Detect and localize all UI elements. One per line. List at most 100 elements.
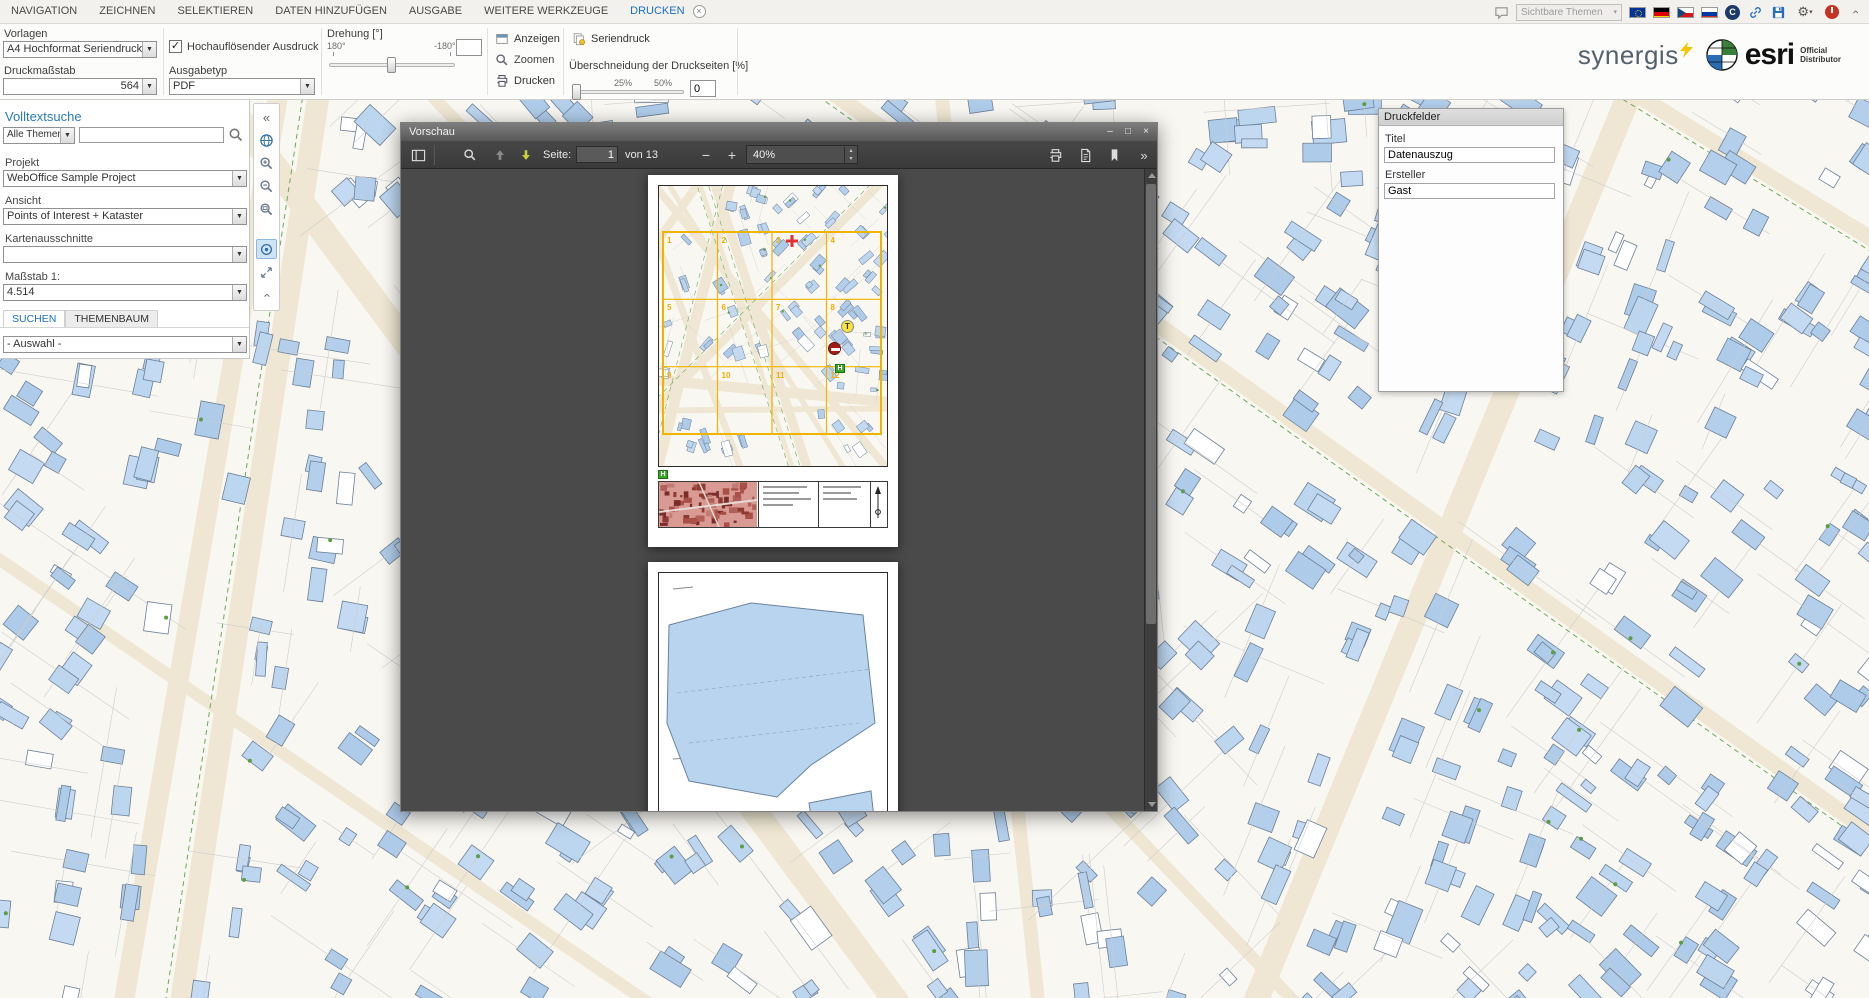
close-icon[interactable]: × — [1138, 125, 1154, 139]
flag-eu-icon[interactable] — [1629, 7, 1646, 18]
dropdown-arrow-icon[interactable]: ▼ — [232, 285, 246, 300]
preview-page-1: 123456789101112 T H H — [648, 175, 898, 547]
flag-ru-icon[interactable] — [1701, 7, 1718, 18]
menu-tab-weitere-werkzeuge[interactable]: WEITERE WERKZEUGE — [473, 0, 619, 23]
preview-scrollbar[interactable] — [1144, 169, 1157, 811]
ansicht-value: Points of Interest + Kataster — [4, 209, 232, 224]
page-label: Seite: — [543, 149, 571, 161]
hires-label: Hochauflösender Ausdruck — [187, 41, 318, 53]
tab-close-icon[interactable]: × — [693, 5, 706, 18]
full-extent-icon[interactable] — [256, 239, 277, 259]
ersteller-input[interactable] — [1384, 183, 1555, 199]
preview-page-2 — [648, 562, 898, 811]
dropdown-arrow-icon[interactable]: ▼ — [300, 79, 314, 94]
zoom-out-icon[interactable] — [256, 176, 277, 196]
ausgabetyp-select[interactable]: PDF ▼ — [169, 78, 315, 95]
zoom-in-page-icon[interactable]: + — [723, 146, 741, 164]
circle-c-icon[interactable]: C — [1725, 5, 1740, 20]
menu-tab-ausgabe[interactable]: AUSGABE — [398, 0, 473, 23]
scroll-down-icon[interactable] — [1148, 802, 1156, 807]
dropdown-arrow-icon[interactable]: ▼ — [232, 209, 246, 224]
projekt-select[interactable]: WebOffice Sample Project ▼ — [3, 170, 247, 187]
collapse-ribbon-icon[interactable]: › — [1847, 4, 1863, 20]
dialog-title: Vorschau — [409, 126, 455, 138]
kartenausschnitte-select[interactable]: ▼ — [3, 246, 247, 263]
auswahl-select[interactable]: - Auswahl - ▼ — [3, 336, 247, 353]
slider-handle[interactable] — [572, 84, 581, 100]
zoom-box-icon[interactable] — [256, 199, 277, 219]
zoom-spinner-icon[interactable]: ▴▾ — [844, 147, 857, 163]
flag-de-icon[interactable] — [1653, 7, 1670, 18]
seriendruck-button[interactable]: Seriendruck — [572, 32, 650, 46]
page-number-input[interactable] — [576, 146, 618, 163]
dropdown-arrow-icon[interactable]: ▼ — [60, 128, 74, 143]
dropdown-arrow-icon[interactable]: ▼ — [232, 337, 246, 352]
toolbar-separator — [434, 145, 435, 165]
scroll-up-icon[interactable] — [1148, 173, 1156, 178]
titel-input[interactable] — [1384, 147, 1555, 163]
search-input[interactable] — [79, 127, 224, 143]
menu-tab-navigation[interactable]: NAVIGATION — [0, 0, 88, 23]
expand-icon[interactable] — [256, 262, 277, 282]
cross-marker-icon — [786, 235, 798, 247]
ausgabetyp-value: PDF — [170, 79, 300, 94]
rotation-slider[interactable] — [329, 57, 455, 73]
menu-tab-daten-hinzuf-gen[interactable]: DATEN HINZUFÜGEN — [264, 0, 398, 23]
tab-themenbaum[interactable]: THEMENBAUM — [65, 310, 158, 327]
rotation-value-input[interactable] — [456, 39, 482, 56]
chevron-up-icon[interactable]: › — [256, 285, 277, 305]
dropdown-arrow-icon[interactable]: ▼ — [142, 42, 156, 57]
logout-icon[interactable] — [1824, 4, 1840, 20]
druckmassstab-label: Druckmaßstab — [4, 65, 76, 77]
minimize-icon[interactable]: – — [1102, 125, 1118, 139]
fulltext-search-link[interactable]: Volltextsuche — [5, 109, 82, 124]
dropdown-arrow-icon[interactable]: ▼ — [232, 247, 246, 262]
next-page-icon[interactable] — [517, 146, 535, 164]
dropdown-arrow-icon[interactable]: ▼ — [232, 171, 246, 186]
settings-gear-icon[interactable]: ⚙ ▾ — [1793, 4, 1817, 20]
drucken-button[interactable]: Drucken — [495, 74, 555, 88]
anzeigen-button[interactable]: Anzeigen — [495, 32, 560, 46]
search-icon[interactable] — [228, 127, 244, 143]
slider-track — [572, 90, 684, 94]
save-icon[interactable] — [1770, 4, 1786, 20]
previous-page-icon[interactable] — [491, 146, 509, 164]
print-icon[interactable] — [1046, 146, 1064, 164]
bookmark-icon[interactable] — [1105, 146, 1123, 164]
menu-tab-zeichnen[interactable]: ZEICHNEN — [88, 0, 166, 23]
visible-themes-select[interactable]: Sichtbare Themen ▾ — [1516, 4, 1622, 21]
overlap-value-input[interactable] — [690, 80, 716, 97]
dropdown-arrow-icon[interactable]: ▼ — [142, 79, 156, 94]
page1-legend-table — [658, 481, 888, 528]
flag-cz-icon[interactable] — [1677, 7, 1694, 18]
tab-suchen[interactable]: SUCHEN — [3, 310, 65, 327]
menu-tab-selektieren[interactable]: SELEKTIEREN — [166, 0, 264, 23]
slider-handle[interactable] — [387, 57, 396, 73]
druckmassstab-value: 564 — [4, 79, 142, 94]
overlap-slider[interactable] — [572, 84, 684, 100]
hires-checkbox[interactable]: ✓ — [169, 40, 182, 53]
massstab-value: 4.514 — [4, 285, 232, 300]
zoom-in-icon[interactable] — [256, 153, 277, 173]
vorlagen-select[interactable]: A4 Hochformat Seriendruck ▼ — [3, 41, 157, 58]
druckmassstab-combo[interactable]: 564 ▼ — [3, 78, 157, 95]
scroll-thumb[interactable] — [1146, 184, 1156, 624]
collapse-sidebar-icon[interactable]: « — [256, 107, 277, 127]
massstab-select[interactable]: 4.514 ▼ — [3, 284, 247, 301]
zoomen-button[interactable]: Zoomen — [495, 53, 554, 67]
chat-icon[interactable] — [1493, 4, 1509, 20]
ansicht-select[interactable]: Points of Interest + Kataster ▼ — [3, 208, 247, 225]
globe-icon[interactable] — [256, 130, 277, 150]
theme-scope-select[interactable]: Alle Themen ▼ — [3, 127, 75, 144]
zoom-level-combo[interactable]: 40% ▴▾ — [746, 145, 858, 164]
pages-panel-icon[interactable] — [409, 146, 427, 164]
export-page-icon[interactable] — [1076, 146, 1094, 164]
zoom-out-page-icon[interactable]: − — [697, 146, 715, 164]
restore-icon[interactable]: □ — [1120, 125, 1136, 139]
more-tools-icon[interactable]: » — [1135, 146, 1153, 164]
menu-tab-drucken[interactable]: DRUCKEN — [619, 0, 695, 23]
visible-themes-label: Sichtbare Themen — [1521, 7, 1610, 18]
dialog-titlebar[interactable]: Vorschau – □ × — [401, 123, 1157, 141]
search-page-icon[interactable] — [461, 146, 479, 164]
link-icon[interactable] — [1747, 4, 1763, 20]
